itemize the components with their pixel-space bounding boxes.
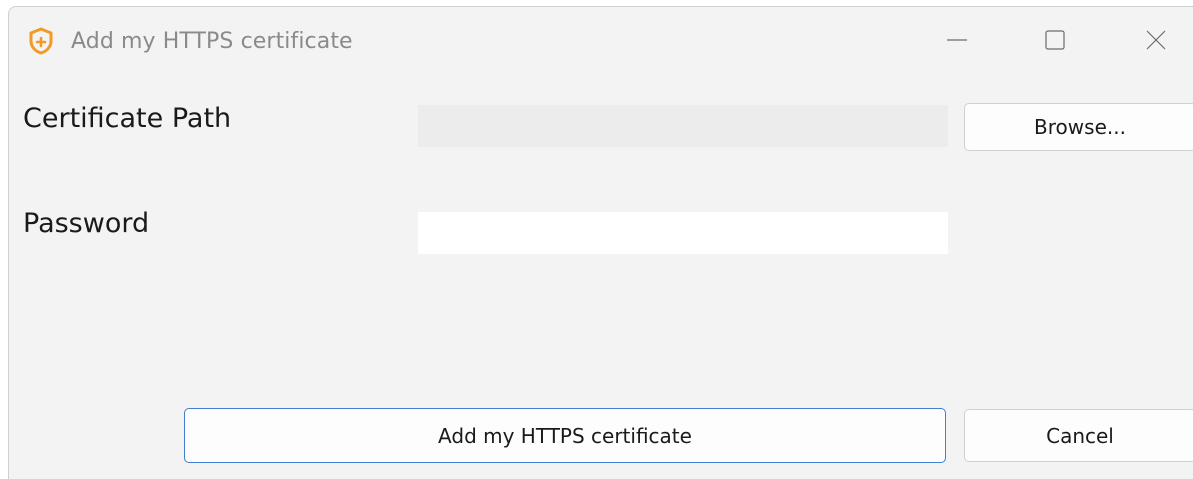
close-icon: [1145, 29, 1167, 51]
minimize-icon: [946, 29, 968, 51]
certificate-path-input[interactable]: [418, 105, 948, 147]
cancel-button[interactable]: Cancel: [964, 409, 1193, 462]
app-shield-icon: [28, 27, 54, 55]
title-bar[interactable]: Add my HTTPS certificate: [9, 7, 1193, 77]
maximize-icon: [1044, 29, 1066, 51]
window-title: Add my HTTPS certificate: [71, 29, 353, 54]
password-label: Password: [23, 208, 150, 239]
browse-button[interactable]: Browse...: [964, 103, 1193, 151]
certificate-path-label: Certificate Path: [23, 103, 232, 134]
dialog-window: Add my HTTPS certificate Certificate Pat…: [8, 6, 1193, 479]
minimize-button[interactable]: [930, 15, 984, 65]
maximize-button[interactable]: [1028, 15, 1082, 65]
add-certificate-button[interactable]: Add my HTTPS certificate: [184, 408, 946, 463]
password-input[interactable]: [418, 212, 948, 254]
close-button[interactable]: [1129, 15, 1183, 65]
